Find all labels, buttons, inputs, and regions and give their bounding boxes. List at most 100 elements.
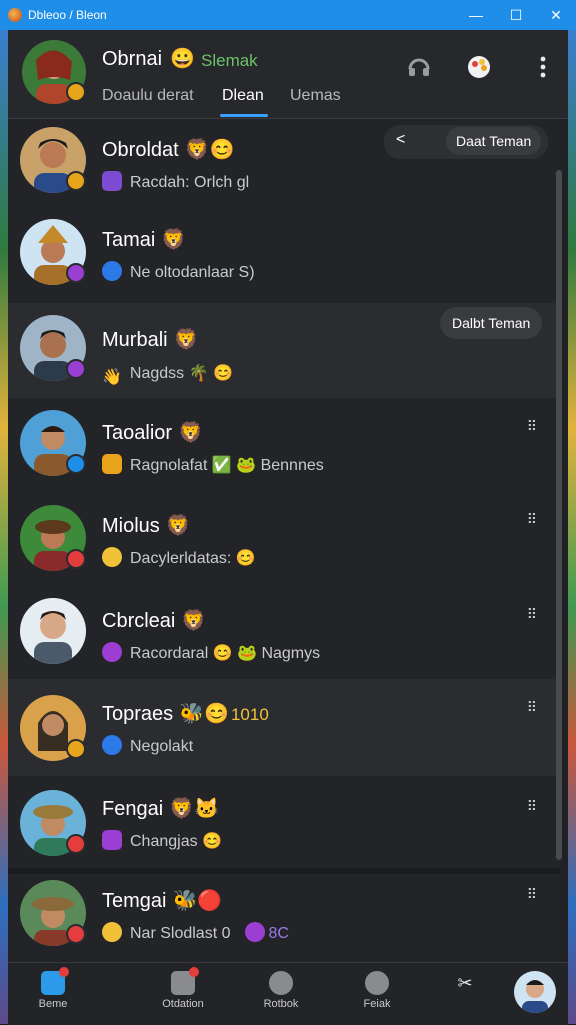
globe-icon <box>102 261 122 281</box>
desktop-background-right <box>568 30 576 1024</box>
contact-row[interactable]: Murbali 🦁 👋 Nagdss 🌴 😊 Dalbt Teman <box>8 303 560 399</box>
window-titlebar: Dbleoo / Bleon — ☐ ✕ <box>0 0 576 30</box>
chart-icon <box>365 971 389 995</box>
status-badge <box>66 739 86 759</box>
contact-name: Obroldat <box>102 139 179 161</box>
game-icon <box>269 971 293 995</box>
contact-subtitle: Ne oltodanlaar S) <box>130 264 255 281</box>
palette-icon[interactable] <box>464 52 494 82</box>
contact-extra: 8C <box>268 925 289 942</box>
message-type-icon <box>102 922 122 942</box>
contact-subtitle: Negolakt <box>130 738 194 755</box>
scrollbar[interactable] <box>556 170 562 860</box>
contact-avatar <box>20 695 86 761</box>
contact-emoji: 🐝🔴 <box>172 890 223 912</box>
contact-row[interactable]: Fengai 🦁🐱 Changjas 😊 ⠿ <box>8 776 560 869</box>
nav-tools[interactable]: ✂ <box>430 971 500 995</box>
contact-subtitle: Changjas 😊 <box>130 833 222 850</box>
profile-avatar-button[interactable] <box>514 971 556 1013</box>
desktop-background-left <box>0 30 8 1024</box>
add-friend-button[interactable]: Dalbt Teman <box>440 307 543 339</box>
contact-emoji: 🦁 <box>165 515 191 537</box>
bottom-navigation: Beme Otdation Rotbok Feiak ✂ <box>8 962 568 1025</box>
contact-avatar <box>20 410 86 476</box>
contact-name: Fengai <box>102 798 164 820</box>
contact-name: Taoalior <box>102 422 173 444</box>
row-options-icon[interactable]: ⠿ <box>527 699 538 716</box>
inbox-icon <box>171 967 199 995</box>
status-badge <box>66 834 86 854</box>
contact-row[interactable]: Miolus 🦁 Dacylerldatas: 😊 ⠿ <box>8 491 560 585</box>
row-options-icon[interactable]: ⠿ <box>527 606 538 623</box>
tab-1[interactable]: Doaulu derat <box>102 87 194 105</box>
my-avatar[interactable] <box>22 40 86 104</box>
contact-row[interactable]: Obroldat 🦁😊 Racdah: Orlch gl < Daat Teman <box>8 119 560 212</box>
contact-emoji: 🦁 <box>181 610 207 632</box>
tab-3[interactable]: Uemas <box>290 87 341 105</box>
tools-icon: ✂ <box>457 972 473 993</box>
nav-label: Otdation <box>162 998 204 1010</box>
contact-subtitle: Racordaral 😊 🐸 Nagmys <box>130 645 321 662</box>
more-menu-icon[interactable] <box>528 52 558 82</box>
contact-name: Temgai <box>102 890 167 912</box>
minimize-button[interactable]: — <box>456 0 496 30</box>
add-friend-button[interactable]: Daat Teman <box>446 127 542 155</box>
row-options-icon[interactable]: ⠿ <box>527 886 538 903</box>
nav-label: Beme <box>38 998 68 1010</box>
contact-emoji: 🦁🐱 <box>169 798 219 820</box>
window-title: Dbleoo / Bleon <box>28 8 107 22</box>
profile-header: Obrnai 😀 Slemak Doaulu derat Dlean Uemas <box>8 30 568 119</box>
home-icon <box>41 967 69 995</box>
notification-badge <box>189 967 199 977</box>
status-badge <box>66 454 86 474</box>
contact-avatar <box>20 880 86 946</box>
contact-name: Topraes <box>102 703 174 725</box>
maximize-button[interactable]: ☐ <box>496 0 536 30</box>
app-logo-icon <box>8 8 22 22</box>
message-type-icon <box>102 830 122 850</box>
contact-avatar <box>20 219 86 285</box>
contact-avatar <box>20 598 86 664</box>
headset-icon[interactable] <box>404 52 434 82</box>
row-options-icon[interactable]: ⠿ <box>527 798 538 815</box>
contact-subtitle: Nar Slodlast 0 <box>130 925 231 942</box>
verified-badge-icon <box>66 82 86 102</box>
contact-row[interactable]: Taoalior 🦁 Ragnolafat ✅ 🐸 Bennnes ⠿ <box>8 398 560 492</box>
waving-hand-icon: 👋 <box>102 369 122 386</box>
contact-emoji: 🦁 <box>161 229 187 251</box>
status-badge <box>66 263 86 283</box>
app-window: Obrnai 😀 Slemak Doaulu derat Dlean Uemas… <box>8 30 568 1025</box>
contact-row[interactable]: Tamai 🦁 Ne oltodanlaar S) <box>8 211 560 304</box>
contact-emoji: 🐝😊 <box>179 703 229 725</box>
nav-home[interactable]: Beme <box>18 967 88 1010</box>
close-button[interactable]: ✕ <box>536 0 576 30</box>
contact-name: Miolus <box>102 515 160 537</box>
contact-avatar <box>20 127 86 193</box>
contact-row[interactable]: Topraes 🐝😊 1010 Negolakt ⠿ <box>8 679 560 777</box>
contact-emoji: 🦁 <box>178 422 203 444</box>
contact-avatar <box>20 790 86 856</box>
my-status: Slemak <box>201 51 258 70</box>
contact-subtitle: Ragnolafat ✅ 🐸 Bennnes <box>130 457 324 474</box>
tab-2[interactable]: Dlean <box>222 87 264 105</box>
notification-badge <box>59 967 69 977</box>
contact-row[interactable]: Cbrcleai 🦁 Racordaral 😊 🐸 Nagmys ⠿ <box>8 584 560 680</box>
nav-rotbok[interactable]: Rotbok <box>246 971 316 1010</box>
nav-label: Feiak <box>363 998 391 1010</box>
nav-feiak[interactable]: Feiak <box>342 971 412 1010</box>
status-badge <box>66 549 86 569</box>
row-options-icon[interactable]: ⠿ <box>527 511 538 528</box>
row-options-icon[interactable]: ⠿ <box>527 418 538 435</box>
message-type-icon <box>102 454 122 474</box>
status-badge <box>66 359 86 379</box>
message-type-icon <box>102 547 122 567</box>
nav-otdation[interactable]: Otdation <box>148 967 218 1010</box>
contact-name: Cbrcleai <box>102 610 176 632</box>
contact-avatar <box>20 315 86 381</box>
contact-emoji: 🦁😊 <box>184 139 235 161</box>
status-badge <box>66 924 86 944</box>
back-chevron-icon[interactable]: < <box>396 131 405 149</box>
message-type-icon <box>102 735 122 755</box>
message-type-icon <box>102 642 122 662</box>
swipe-action-bar: < Daat Teman <box>384 125 548 159</box>
